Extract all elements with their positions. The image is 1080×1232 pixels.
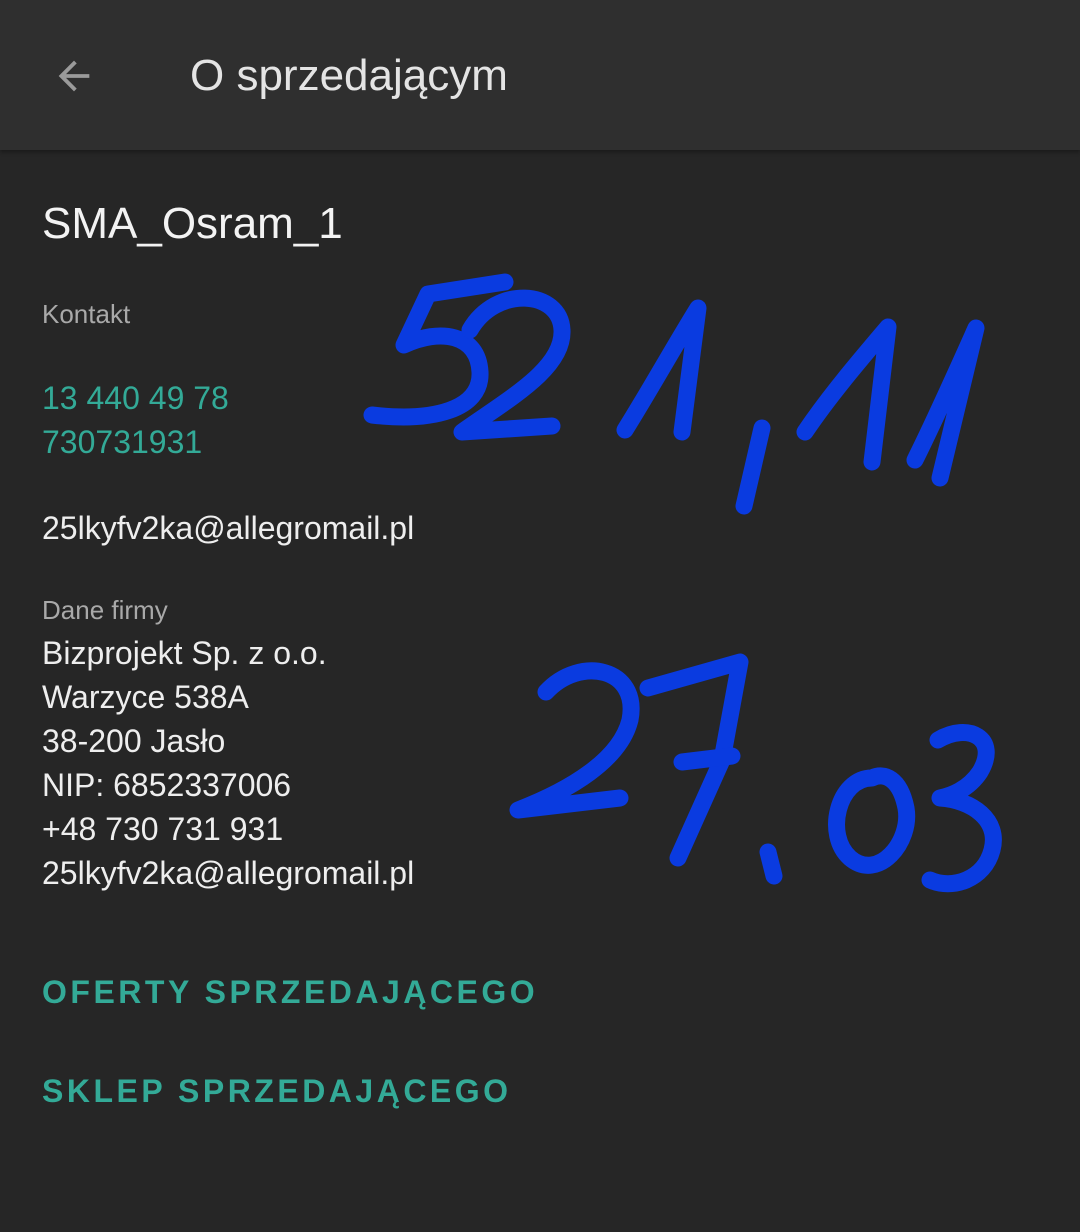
seller-shop-button[interactable]: SKLEP SPRZEDAJĄCEGO	[42, 1071, 512, 1111]
arrow-left-icon	[58, 60, 90, 92]
seller-details: SMA_Osram_1 Kontakt 13 440 49 78 7307319…	[0, 150, 1080, 1232]
company-street: Warzyce 538A	[42, 679, 249, 715]
email-link[interactable]: 25lkyfv2ka@allegromail.pl	[42, 508, 414, 548]
company-city: 38-200 Jasło	[42, 723, 226, 759]
company-nip: NIP: 6852337006	[42, 767, 292, 803]
contact-label: Kontakt	[42, 299, 131, 329]
company-phone: +48 730 731 931	[42, 811, 284, 847]
back-button[interactable]	[34, 36, 114, 116]
seller-offers-button[interactable]: OFERTY SPRZEDAJĄCEGO	[42, 972, 538, 1012]
phone-link[interactable]: 13 440 49 78	[42, 378, 229, 418]
company-data-label: Dane firmy	[42, 595, 168, 625]
page-title: O sprzedającym	[190, 51, 508, 100]
company-email: 25lkyfv2ka@allegromail.pl	[42, 855, 415, 891]
company-name: Bizprojekt Sp. z o.o.	[42, 635, 327, 671]
phone-link[interactable]: 730731931	[42, 422, 202, 462]
seller-name: SMA_Osram_1	[42, 199, 343, 248]
app-bar: O sprzedającym	[0, 0, 1080, 150]
